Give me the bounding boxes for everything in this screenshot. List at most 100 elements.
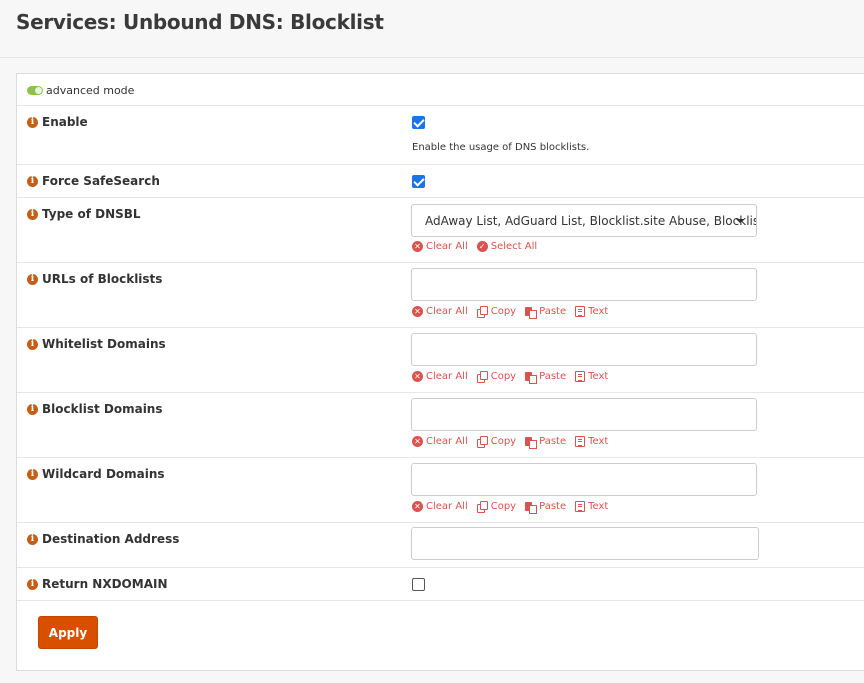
copy-link[interactable]: Copy (476, 371, 517, 383)
text-link[interactable]: Text (575, 306, 608, 317)
type-of-dnsbl-select[interactable]: AdAway List, AdGuard List, Blocklist.sit… (411, 204, 757, 237)
blocklist-domains-label-group: i Blocklist Domains (27, 402, 163, 416)
enable-label: Enable (42, 115, 88, 129)
text-link[interactable]: Text (575, 371, 608, 382)
return-nxdomain-checkbox[interactable] (412, 578, 425, 591)
destination-address-label: Destination Address (42, 532, 180, 546)
copy-label: Copy (490, 371, 517, 382)
clear-all-label: Clear All (426, 371, 468, 382)
wildcard-domains-label: Wildcard Domains (42, 467, 165, 481)
x-circle-icon: ✕ (412, 371, 423, 382)
clear-all-label: Clear All (426, 241, 468, 252)
toggle-icon[interactable] (27, 86, 43, 95)
wildcard-actions: ✕ Clear All Copy Paste Text (412, 501, 617, 514)
text-label: Text (588, 306, 609, 317)
paste-link[interactable]: Paste (525, 501, 567, 514)
blocklist-domains-input[interactable] (411, 398, 757, 431)
advanced-mode-row: advanced mode (17, 74, 864, 106)
dnsbl-actions: ✕ Clear All ✓ Select All (412, 241, 546, 252)
blocklist-domains-label: Blocklist Domains (42, 402, 163, 416)
force-safesearch-checkbox[interactable] (412, 175, 425, 188)
info-circle-icon[interactable]: i (27, 578, 38, 590)
destination-address-row: i Destination Address (17, 523, 864, 568)
clear-all-link[interactable]: ✕ Clear All (412, 241, 468, 252)
clear-all-label: Clear All (426, 501, 468, 512)
destination-address-label-group: i Destination Address (27, 532, 179, 546)
apply-button[interactable]: Apply (38, 616, 98, 649)
info-circle-icon[interactable]: i (27, 273, 38, 285)
whitelist-domains-label-group: i Whitelist Domains (27, 337, 166, 351)
destination-address-input[interactable] (411, 527, 759, 560)
clear-all-link[interactable]: ✕ Clear All (412, 501, 468, 512)
info-circle-icon[interactable]: i (27, 116, 38, 128)
info-circle-icon[interactable]: i (27, 175, 38, 187)
urls-of-blocklists-row: i URLs of Blocklists ✕ Clear All Copy Pas… (17, 263, 864, 328)
text-file-icon (575, 371, 586, 382)
select-all-link[interactable]: ✓ Select All (476, 241, 538, 252)
paste-icon (525, 371, 538, 384)
paste-link[interactable]: Paste (525, 306, 566, 319)
info-circle-icon[interactable]: i (27, 403, 38, 415)
return-nxdomain-label-group: i Return NXDOMAIN (27, 577, 168, 591)
wildcard-domains-input[interactable] (411, 463, 757, 496)
clear-all-link[interactable]: ✕ Clear All (412, 436, 468, 447)
text-file-icon (575, 501, 586, 512)
enable-help-text: Enable the usage of DNS blocklists. (412, 142, 590, 153)
blocklist-domains-row: i Blocklist Domains ✕ Clear All Copy Past… (17, 393, 864, 458)
advanced-mode-label: advanced mode (46, 84, 135, 97)
force-safesearch-row: i Force SafeSearch (17, 165, 864, 198)
paste-icon (525, 436, 538, 449)
type-of-dnsbl-label: Type of DNSBL (42, 207, 141, 221)
type-of-dnsbl-row: i Type of DNSBL AdAway List, AdGuard Lis… (17, 198, 864, 263)
check-circle-icon: ✓ (476, 241, 488, 252)
urls-of-blocklists-input[interactable] (411, 268, 757, 301)
x-circle-icon: ✕ (412, 501, 423, 512)
copy-link[interactable]: Copy (476, 501, 516, 513)
paste-icon (525, 501, 538, 514)
paste-label: Paste (539, 371, 567, 382)
paste-label: Paste (539, 436, 567, 447)
text-link[interactable]: Text (575, 501, 608, 512)
page-title: Services: Unbound DNS: Blocklist (16, 10, 384, 34)
enable-checkbox[interactable] (412, 116, 425, 129)
text-label: Text (588, 436, 609, 447)
info-circle-icon[interactable]: i (27, 208, 38, 220)
x-circle-icon: ✕ (412, 436, 423, 447)
type-of-dnsbl-label-group: i Type of DNSBL (27, 207, 141, 221)
whitelist-actions: ✕ Clear All Copy Paste Text (412, 371, 617, 384)
copy-link[interactable]: Copy (476, 306, 516, 318)
x-circle-icon: ✕ (412, 306, 423, 317)
clear-all-label: Clear All (426, 436, 468, 447)
info-circle-icon[interactable]: i (27, 533, 38, 545)
copy-link[interactable]: Copy (476, 436, 517, 448)
clear-all-link[interactable]: ✕ Clear All (412, 306, 468, 317)
whitelist-domains-input[interactable] (411, 333, 757, 366)
clear-all-link[interactable]: ✕ Clear All (412, 371, 468, 382)
text-file-icon (575, 436, 586, 447)
paste-label: Paste (539, 501, 567, 512)
urls-of-blocklists-label: URLs of Blocklists (42, 272, 163, 286)
blocklist-actions: ✕ Clear All Copy Paste Text (412, 436, 617, 449)
select-all-label: Select All (490, 241, 538, 252)
advanced-mode-toggle[interactable]: advanced mode (27, 84, 134, 97)
force-safesearch-label-group: i Force SafeSearch (27, 174, 160, 188)
info-circle-icon[interactable]: i (27, 468, 38, 480)
urls-actions: ✕ Clear All Copy Paste Text (412, 306, 617, 319)
text-file-icon (575, 306, 586, 317)
enable-row: i Enable Enable the usage of DNS blockli… (17, 106, 864, 165)
force-safesearch-label: Force SafeSearch (42, 174, 160, 188)
whitelist-domains-label: Whitelist Domains (42, 337, 166, 351)
text-label: Text (588, 501, 609, 512)
blocklist-settings-panel: advanced mode i Enable Enable the usage … (16, 73, 864, 671)
copy-icon (476, 306, 488, 318)
text-link[interactable]: Text (575, 436, 608, 447)
header-divider (0, 57, 864, 58)
paste-link[interactable]: Paste (525, 371, 567, 384)
text-label: Text (588, 371, 609, 382)
copy-icon (476, 371, 488, 383)
x-circle-icon: ✕ (412, 241, 423, 252)
whitelist-domains-row: i Whitelist Domains ✕ Clear All Copy Past… (17, 328, 864, 393)
info-circle-icon[interactable]: i (27, 338, 38, 350)
paste-link[interactable]: Paste (525, 436, 567, 449)
copy-label: Copy (490, 436, 517, 447)
